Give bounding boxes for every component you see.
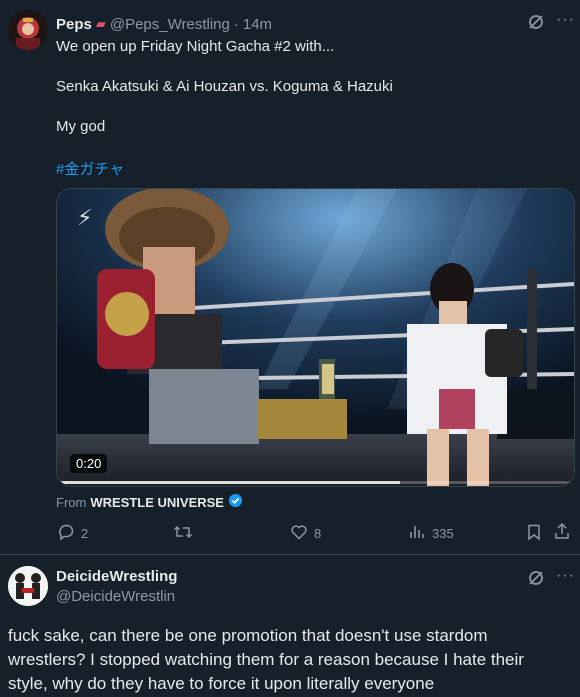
svg-text:⚡: ⚡: [77, 206, 92, 231]
avatar-deicide[interactable]: [8, 566, 48, 606]
separator: ·: [233, 15, 239, 33]
reply-icon: [57, 523, 75, 544]
grok-icon[interactable]: [527, 13, 545, 35]
more-icon[interactable]: ···: [556, 568, 575, 584]
display-name[interactable]: DeicideWrestling: [56, 568, 177, 585]
bookmark-icon: [525, 524, 543, 545]
like-count: 8: [314, 526, 322, 541]
video-duration: 0:20: [70, 454, 108, 473]
retweet-icon: [173, 523, 193, 544]
fan-emoji-icon: ▰: [95, 16, 106, 31]
video-player[interactable]: ⚡ 0:20: [56, 188, 575, 487]
user-handle[interactable]: @Peps_Wrestling: [110, 16, 230, 33]
like-button[interactable]: 8: [290, 523, 321, 544]
tweet-divider: [0, 554, 580, 555]
reply-button[interactable]: 2: [57, 523, 88, 544]
share-icon: [553, 522, 571, 544]
grok-icon[interactable]: [527, 569, 545, 591]
like-icon: [290, 523, 308, 544]
from-source[interactable]: WRESTLE UNIVERSE: [90, 495, 224, 510]
views-button[interactable]: 335: [408, 523, 454, 544]
timestamp[interactable]: 14m: [243, 16, 272, 33]
video-frame: ⚡: [57, 189, 574, 486]
bookmark-button[interactable]: [525, 523, 543, 546]
reply-count: 2: [81, 526, 89, 541]
tweet-line-2: Senka Akatsuki & Ai Houzan vs. Koguma & …: [56, 78, 393, 95]
display-name[interactable]: Peps: [56, 16, 92, 33]
views-icon: [408, 523, 426, 544]
tweet-line-1: We open up Friday Night Gacha #2 with...: [56, 38, 335, 55]
tweet-line-3: My god: [56, 118, 106, 135]
more-icon[interactable]: ···: [556, 12, 575, 28]
verified-icon: [228, 493, 243, 511]
reply-text: fuck sake, can there be one promotion th…: [8, 626, 524, 693]
user-handle[interactable]: @DeicideWrestlin: [56, 588, 175, 605]
retweet-button[interactable]: [173, 523, 199, 544]
from-prefix: From: [56, 494, 87, 510]
share-button[interactable]: [553, 522, 571, 545]
avatar-image: [8, 566, 48, 606]
views-count: 335: [432, 526, 454, 541]
avatar-image: [8, 10, 48, 50]
avatar-peps[interactable]: [8, 10, 48, 50]
hashtag-link[interactable]: #金ガチャ: [56, 158, 124, 179]
